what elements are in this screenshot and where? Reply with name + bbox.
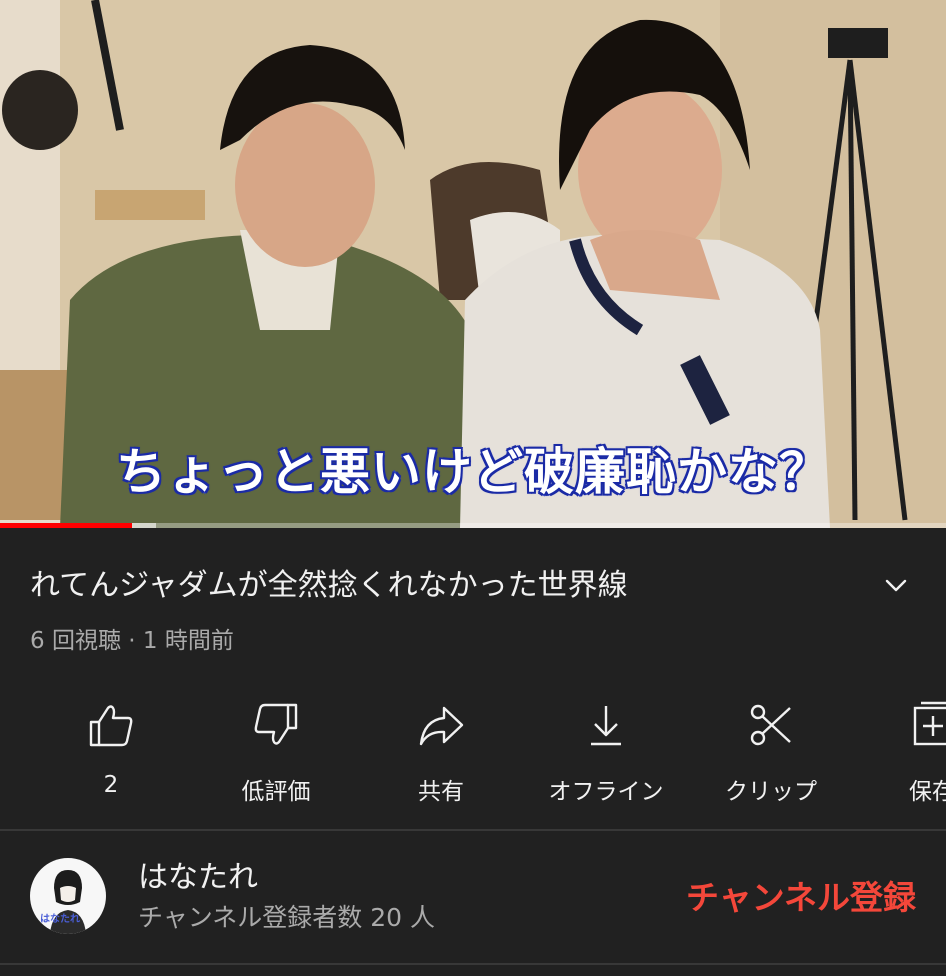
action-bar: 2 低評価 共有 オフライン クリップ 保存 xyxy=(0,694,946,805)
divider-bottom xyxy=(0,963,946,965)
video-meta: 6 回視聴 · 1 時間前 xyxy=(30,628,234,654)
clip-button[interactable]: クリップ xyxy=(696,694,846,805)
progress-bar[interactable] xyxy=(0,523,946,528)
download-button[interactable]: オフライン xyxy=(531,694,681,805)
subscribe-button[interactable]: チャンネル登録 xyxy=(686,876,916,920)
channel-avatar[interactable]: はなたれ xyxy=(30,858,106,934)
save-label: 保存 xyxy=(909,779,946,804)
share-button[interactable]: 共有 xyxy=(366,694,516,805)
save-playlist-icon xyxy=(913,701,946,746)
share-icon xyxy=(419,706,464,746)
expand-description-button[interactable] xyxy=(878,568,914,604)
dislike-label: 低評価 xyxy=(241,779,311,805)
like-button[interactable]: 2 xyxy=(36,694,186,804)
download-icon xyxy=(591,706,621,746)
video-caption: ちょっと悪いけど破廉恥かな？ xyxy=(115,442,831,503)
avatar-text: はなたれ xyxy=(40,914,80,925)
download-label: オフライン xyxy=(548,779,664,805)
progress-fill xyxy=(0,523,133,528)
save-button[interactable]: 保存 xyxy=(861,694,946,804)
like-count: 2 xyxy=(103,772,119,798)
clip-label: クリップ xyxy=(725,779,817,805)
divider xyxy=(0,829,946,831)
subscriber-count: チャンネル登録者数 20 人 xyxy=(138,903,435,932)
dislike-button[interactable]: 低評価 xyxy=(201,694,351,805)
scissors-icon xyxy=(750,704,791,746)
share-label: 共有 xyxy=(418,779,464,805)
video-title[interactable]: れてんジャダムが全然捻くれなかった世界線 xyxy=(30,566,860,606)
thumbs-up-icon xyxy=(89,705,133,747)
channel-name[interactable]: はなたれ xyxy=(138,858,258,898)
video-player[interactable]: ちょっと悪いけど破廉恥かな？ xyxy=(0,0,946,528)
thumbs-down-icon xyxy=(254,703,298,745)
chevron-down-icon xyxy=(885,579,907,592)
